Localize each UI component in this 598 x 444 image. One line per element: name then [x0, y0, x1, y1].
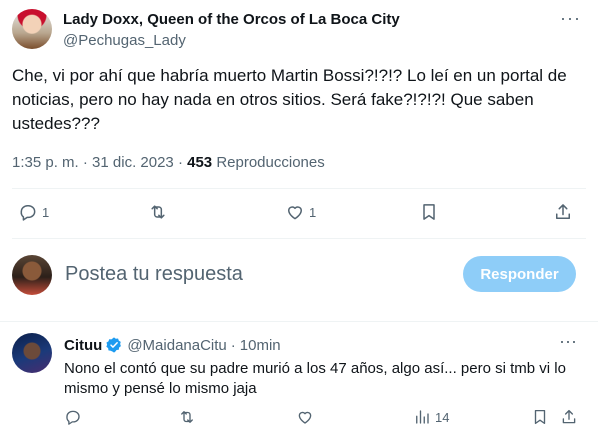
share-icon — [562, 409, 576, 424]
bookmark-icon — [423, 204, 435, 220]
like-button[interactable]: 1 — [285, 202, 316, 222]
author-avatar[interactable] — [12, 9, 52, 49]
reply-share-button[interactable] — [560, 408, 578, 426]
reply-header: Cituu @MaidanaCitu · 10min — [64, 336, 281, 354]
reply-more-options-icon[interactable]: ··· — [558, 332, 578, 356]
reply-icon — [66, 410, 80, 425]
divider — [0, 321, 598, 322]
reply-author-avatar[interactable] — [12, 333, 52, 373]
tweet-date[interactable]: 31 dic. 2023 — [92, 154, 174, 171]
views-icon — [416, 410, 429, 424]
reply-input[interactable]: Postea tu respuesta — [65, 263, 243, 286]
reply-icon — [20, 205, 36, 221]
reply-views-button[interactable]: 14 — [413, 408, 449, 426]
reply-action-bar: 14 — [0, 408, 598, 428]
meta-separator: · — [177, 154, 188, 171]
divider — [12, 238, 586, 239]
retweet-icon — [151, 205, 165, 219]
like-count: 1 — [309, 204, 317, 220]
views-label: Reproducciones — [216, 154, 325, 171]
tweet-meta: 1:35 p. m. · 31 dic. 2023 · 453 Reproduc… — [12, 154, 325, 171]
reply-author-name[interactable]: Cituu — [64, 337, 102, 354]
retweet-icon — [181, 411, 193, 423]
bookmark-icon — [534, 409, 546, 425]
reply-reply-button[interactable] — [64, 408, 82, 426]
reply-views-count: 14 — [435, 409, 450, 425]
tweet-text: Che, vi por ahí que habría muerto Martin… — [12, 66, 567, 133]
reply-submit-button[interactable]: Responder — [463, 256, 576, 292]
reply-time[interactable]: 10min — [240, 337, 281, 354]
current-user-avatar[interactable] — [12, 255, 52, 295]
bookmark-button[interactable] — [419, 202, 439, 222]
retweet-button[interactable] — [148, 202, 172, 222]
more-options-icon[interactable]: ··· — [560, 9, 580, 33]
verified-badge-icon — [106, 337, 122, 353]
reply-like-button[interactable] — [296, 408, 314, 426]
divider — [12, 188, 586, 189]
reply-text: Nono el contó que su padre murió a los 4… — [64, 360, 566, 397]
author-name[interactable]: Lady Doxx, Queen of the Orcos of La Boca… — [63, 11, 400, 28]
heart-icon — [288, 206, 302, 220]
heart-icon — [298, 411, 312, 424]
tweet-action-bar: 1 1 — [0, 202, 598, 226]
share-icon — [556, 204, 570, 219]
reply-composer: Postea tu respuesta Responder — [0, 252, 598, 298]
reply-count: 1 — [42, 204, 50, 220]
reply-button[interactable]: 1 — [18, 202, 49, 222]
views-count: 453 — [187, 154, 213, 171]
author-handle[interactable]: @Pechugas_Lady — [63, 32, 186, 49]
reply-separator: · — [230, 336, 236, 354]
meta-separator: · — [82, 154, 93, 171]
reply-retweet-button[interactable] — [178, 408, 196, 426]
tweet-time[interactable]: 1:35 p. m. — [12, 154, 79, 171]
share-button[interactable] — [553, 202, 573, 222]
reply-bookmark-button[interactable] — [531, 408, 549, 426]
reply-author-handle[interactable]: @MaidanaCitu — [127, 337, 226, 354]
